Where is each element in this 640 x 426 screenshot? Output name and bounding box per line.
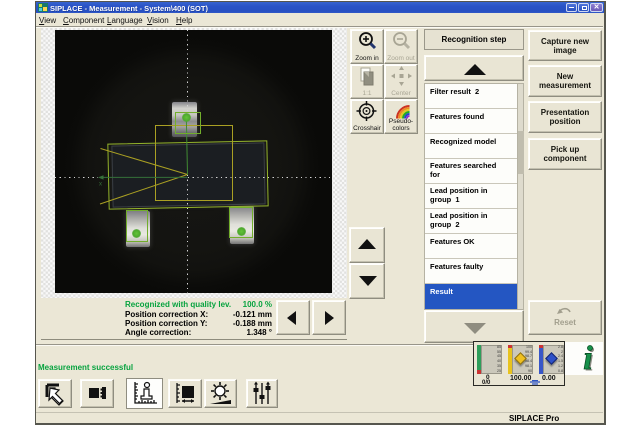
svg-text:i: i (583, 341, 593, 375)
svg-text:x: x (99, 182, 102, 188)
